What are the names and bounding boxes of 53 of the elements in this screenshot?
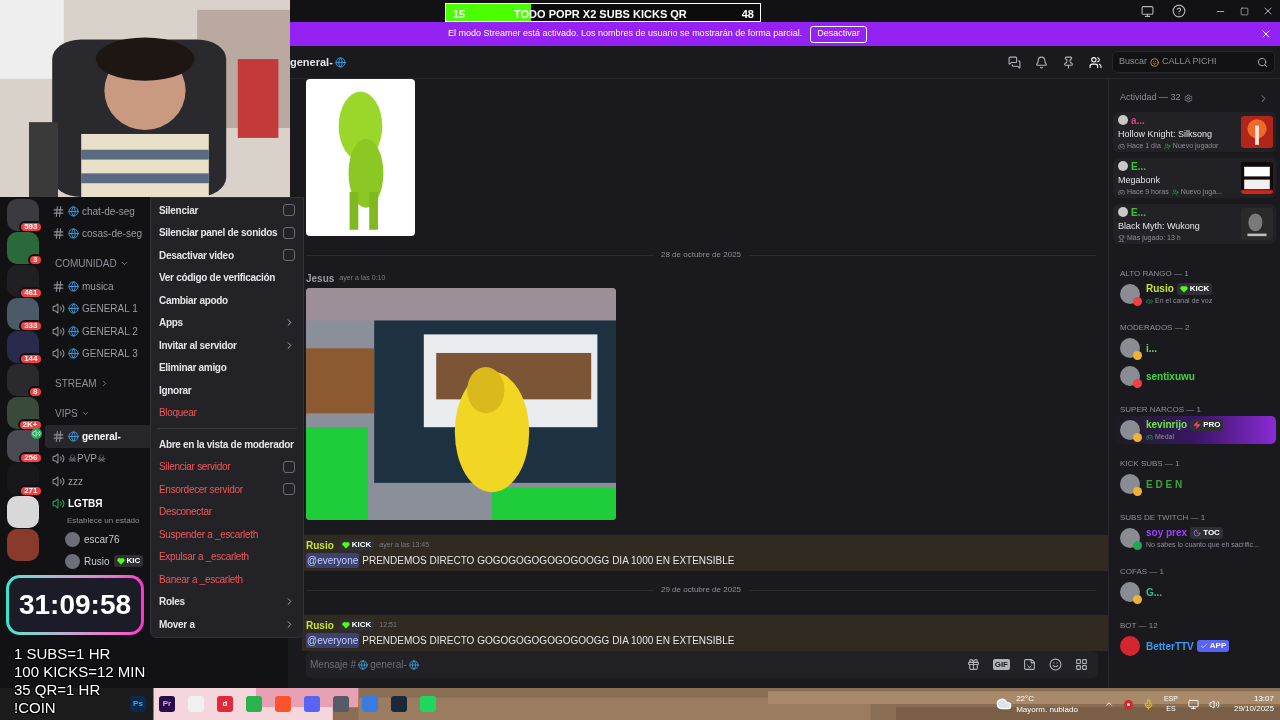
group-title: BOT — 12 <box>1119 620 1159 632</box>
date-divider: 29 de octubre de 2025 <box>660 584 742 596</box>
overlay-text: 35 QR=1 HR <box>14 681 101 699</box>
activity-user: a... <box>1131 113 1145 128</box>
date-divider: 28 de octubre de 2025 <box>660 249 742 261</box>
unread-badge: 333 <box>19 320 43 332</box>
tag-badge: KIC <box>113 555 144 567</box>
tag-badge: KICK <box>338 539 375 551</box>
goal-current: 15 <box>453 7 466 21</box>
message-text: PRENDEMOS DIRECTO GOGOGOGOGOGOGOOGG DIA 1000 EN EXTENSIBLE <box>362 633 735 648</box>
unread-badge: 271 <box>19 485 43 497</box>
timer-text: 31:09:58 <box>18 588 132 622</box>
unread-badge: 461 <box>19 287 43 299</box>
tag-badge: PRO <box>1190 418 1224 431</box>
unread-badge: 144 <box>19 353 43 365</box>
member-name: sentixuwu <box>1146 369 1195 384</box>
member-name: soy prex <box>1146 526 1188 541</box>
group-title: SUBS DE TWITCH — 1 <box>1119 512 1207 524</box>
unread-badge: 8 <box>28 386 43 398</box>
member-name: kevinrijo <box>1146 418 1188 433</box>
activity-title: Actividad — 32 <box>1120 91 1181 105</box>
channel-title: general- <box>290 54 333 70</box>
tag-badge: APP <box>1196 640 1230 652</box>
activity-user: E... <box>1131 205 1146 220</box>
member-name: BetterTTV <box>1146 639 1194 654</box>
group-title: SUPER NARCOS — 1 <box>1119 404 1202 416</box>
group-title: COFAS — 1 <box>1119 566 1165 578</box>
member-name: Rusio <box>1146 282 1174 297</box>
group-title: MODERADOS — 2 <box>1119 322 1191 334</box>
member-name: i... <box>1146 341 1158 356</box>
message-text: PRENDEMOS DIRECTO GOGOGOGOGOGOGOOGG DIA 1000 EN EXTENSIBLE <box>362 553 735 568</box>
tag-badge: KICK <box>1176 282 1213 295</box>
unread-badge: 256 <box>19 452 43 464</box>
game-title: Megabonk <box>1118 173 1162 187</box>
group-title: KICK SUBS — 1 <box>1119 458 1181 470</box>
member-name: E D E N <box>1146 477 1183 492</box>
unread-badge: 3 <box>28 254 43 266</box>
overlay-text: !COIN <box>14 699 56 717</box>
tag-badge: KICK <box>338 619 375 631</box>
game-title: Black Myth: Wukong <box>1118 219 1201 233</box>
game-title: Hollow Knight: Silksong <box>1118 127 1214 141</box>
goal-target: 48 <box>741 7 754 21</box>
activity-user: E... <box>1131 159 1146 174</box>
overlay-text: 100 KICKS=12 MIN <box>14 663 146 681</box>
weather-text: Mayorm. nublado <box>1016 704 1078 715</box>
member-name: G... <box>1146 585 1163 600</box>
banner-text: El modo Streamer está activado. Los nombres de usuario se mostrarán de forma parcial. <box>448 27 803 41</box>
unread-badge: 593 <box>19 221 43 233</box>
channel-status: Establece un estado <box>66 515 141 527</box>
overlay-text: 1 SUBS=1 HR <box>14 645 111 663</box>
tag-badge: TOC <box>1190 526 1223 539</box>
group-title: ALTO RANGO — 1 <box>1119 268 1190 280</box>
weather-temp: 22°C <box>1016 693 1035 704</box>
